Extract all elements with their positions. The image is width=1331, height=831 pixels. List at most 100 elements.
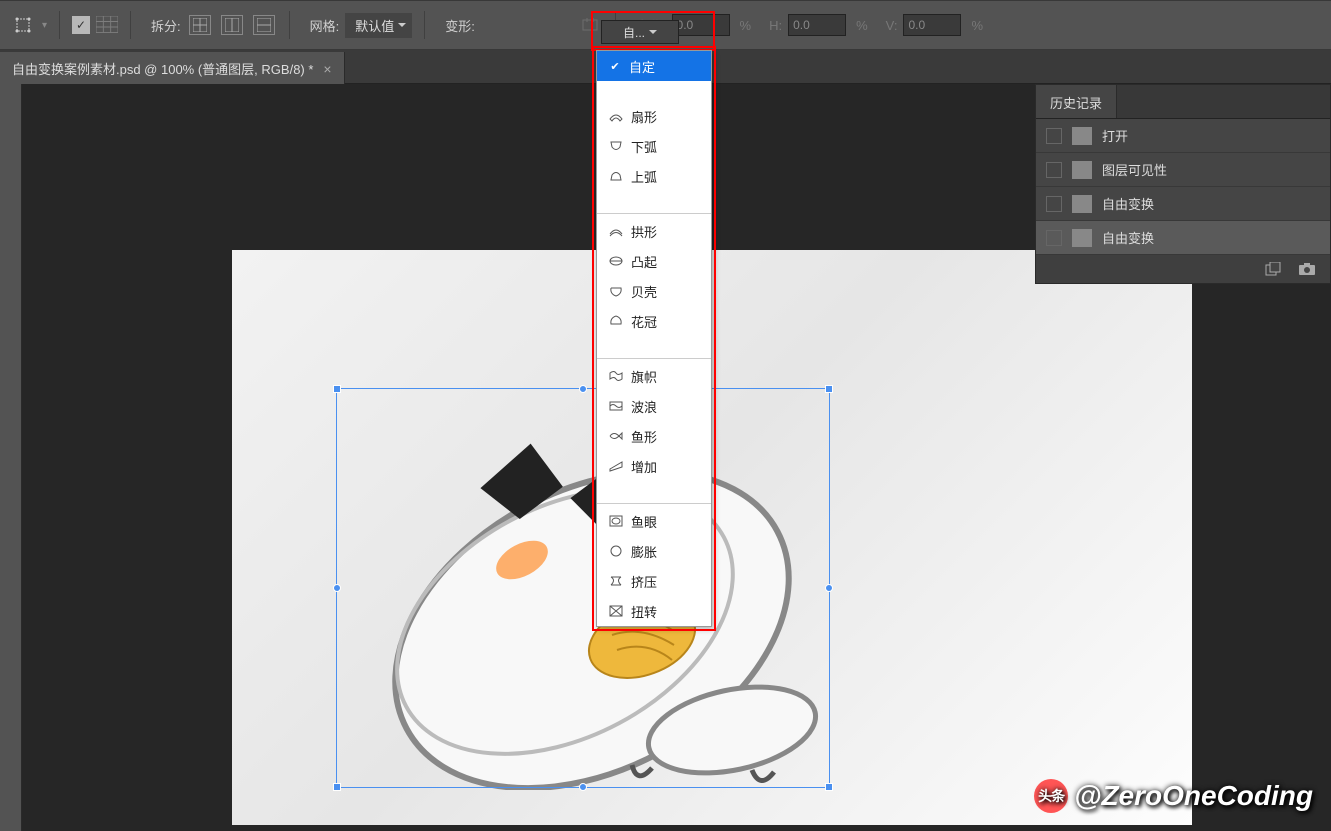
warp-style-menu: ✔ 自定 扇形 下弧 上弧 拱形 凸起 贝壳 花冠 旗帜 波浪 鱼形 增加 鱼眼… (596, 50, 712, 627)
warp-option-label: 波浪 (631, 397, 657, 416)
warp-option-label: 凸起 (631, 252, 657, 271)
warp-option-flag[interactable]: 旗帜 (597, 361, 711, 391)
tab-close-icon[interactable]: × (323, 61, 331, 77)
orientation-icon[interactable] (577, 14, 603, 36)
warp-label: 变形: (445, 16, 475, 35)
arc-icon (607, 109, 625, 123)
document-icon (1072, 195, 1092, 213)
history-checkbox[interactable] (1046, 230, 1062, 246)
handle-se[interactable] (825, 783, 833, 791)
warp-option-shell-lower[interactable]: 贝壳 (597, 276, 711, 306)
warp-option-arc-upper[interactable]: 上弧 (597, 161, 711, 191)
warp-dropdown-text: 自... (623, 24, 645, 41)
warp-option-label: 鱼形 (631, 427, 657, 446)
warp-option-squeeze[interactable]: 挤压 (597, 566, 711, 596)
warp-option-shell-upper[interactable]: 花冠 (597, 306, 711, 336)
warp-dropdown[interactable]: 自... (601, 20, 679, 44)
document-icon (1072, 229, 1092, 247)
fisheye-icon (607, 514, 625, 528)
v-input[interactable] (903, 14, 961, 36)
warp-option-label: 挤压 (631, 572, 657, 591)
v-label: V: (886, 18, 898, 33)
pct-label-2: % (856, 18, 868, 33)
transform-tool-icon[interactable] (10, 12, 36, 38)
warp-option-fish[interactable]: 鱼形 (597, 421, 711, 451)
handle-s[interactable] (579, 783, 587, 791)
warp-option-label: 扭转 (631, 602, 657, 621)
warp-option-bulge[interactable]: 凸起 (597, 246, 711, 276)
split-cross-button[interactable] (189, 15, 211, 35)
wave-icon (607, 399, 625, 413)
warp-option-rise[interactable]: 增加 (597, 451, 711, 481)
warp-option-label: 扇形 (631, 107, 657, 126)
camera-icon[interactable] (1298, 261, 1316, 277)
history-checkbox[interactable] (1046, 128, 1062, 144)
history-item[interactable]: 打开 (1036, 119, 1330, 153)
history-item[interactable]: 自由变换 (1036, 221, 1330, 255)
shell-lower-icon (607, 284, 625, 298)
warp-option-label: 下弧 (631, 137, 657, 156)
squeeze-icon (607, 574, 625, 588)
warp-option-fisheye[interactable]: 鱼眼 (597, 506, 711, 536)
history-tab[interactable]: 历史记录 (1036, 85, 1117, 118)
h-input[interactable] (788, 14, 846, 36)
warp-option-arc[interactable]: 扇形 (597, 101, 711, 131)
bulge-icon (607, 254, 625, 268)
split-vert-button[interactable] (221, 15, 243, 35)
flag-icon (607, 369, 625, 383)
warp-option-label: 贝壳 (631, 282, 657, 301)
pct-label-3: % (971, 18, 983, 33)
history-label: 图层可见性 (1102, 160, 1167, 179)
handle-n[interactable] (579, 385, 587, 393)
panel-footer (1036, 255, 1330, 283)
chevron-down-icon[interactable]: ▾ (42, 20, 47, 31)
warp-option-label: 花冠 (631, 312, 657, 331)
warp-option-wave[interactable]: 波浪 (597, 391, 711, 421)
check-icon: ✔ (607, 60, 623, 73)
history-label: 自由变换 (1102, 194, 1154, 213)
handle-sw[interactable] (333, 783, 341, 791)
h-label: H: (769, 18, 782, 33)
fish-icon (607, 429, 625, 443)
document-icon (1072, 127, 1092, 145)
pct-label-1: % (740, 18, 752, 33)
warp-option-arc-lower[interactable]: 下弧 (597, 131, 711, 161)
handle-ne[interactable] (825, 385, 833, 393)
handle-w[interactable] (333, 584, 341, 592)
document-tab[interactable]: 自由变换案例素材.psd @ 100% (普通图层, RGB/8) * × (0, 52, 345, 85)
history-checkbox[interactable] (1046, 196, 1062, 212)
history-checkbox[interactable] (1046, 162, 1062, 178)
grid3-icon[interactable] (96, 16, 118, 34)
split-horiz-button[interactable] (253, 15, 275, 35)
history-label: 自由变换 (1102, 228, 1154, 247)
inflate-icon (607, 544, 625, 558)
arch-icon (607, 224, 625, 238)
tab-title: 自由变换案例素材.psd @ 100% (普通图层, RGB/8) * (12, 59, 313, 78)
warp-option-twist[interactable]: 扭转 (597, 596, 711, 626)
warp-option-custom[interactable]: ✔ 自定 (597, 51, 711, 81)
rise-icon (607, 459, 625, 473)
bend-input[interactable] (672, 14, 730, 36)
watermark-text: @ZeroOneCoding (1074, 780, 1313, 812)
twist-icon (607, 604, 625, 618)
watermark: 头条 @ZeroOneCoding (1034, 779, 1313, 813)
watermark-logo-text: 头条 (1038, 786, 1064, 806)
warp-option-label: 增加 (631, 457, 657, 476)
new-snapshot-icon[interactable] (1264, 261, 1282, 277)
warp-option-arch[interactable]: 拱形 (597, 216, 711, 246)
warp-option-label: 膨胀 (631, 542, 657, 561)
watermark-logo-icon: 头条 (1034, 779, 1068, 813)
canvas[interactable] (232, 250, 1192, 825)
panel-tabs: 历史记录 (1036, 85, 1330, 119)
handle-e[interactable] (825, 584, 833, 592)
history-item[interactable]: 图层可见性 (1036, 153, 1330, 187)
arc-lower-icon (607, 139, 625, 153)
handle-nw[interactable] (333, 385, 341, 393)
history-item[interactable]: 自由变换 (1036, 187, 1330, 221)
transform-bounding-box[interactable] (336, 388, 830, 788)
grid-dropdown[interactable]: 默认值 (345, 13, 412, 38)
warp-option-label: 拱形 (631, 222, 657, 241)
checkbox-icon[interactable]: ✓ (72, 16, 90, 34)
warp-option-inflate[interactable]: 膨胀 (597, 536, 711, 566)
split-label: 拆分: (151, 16, 181, 35)
